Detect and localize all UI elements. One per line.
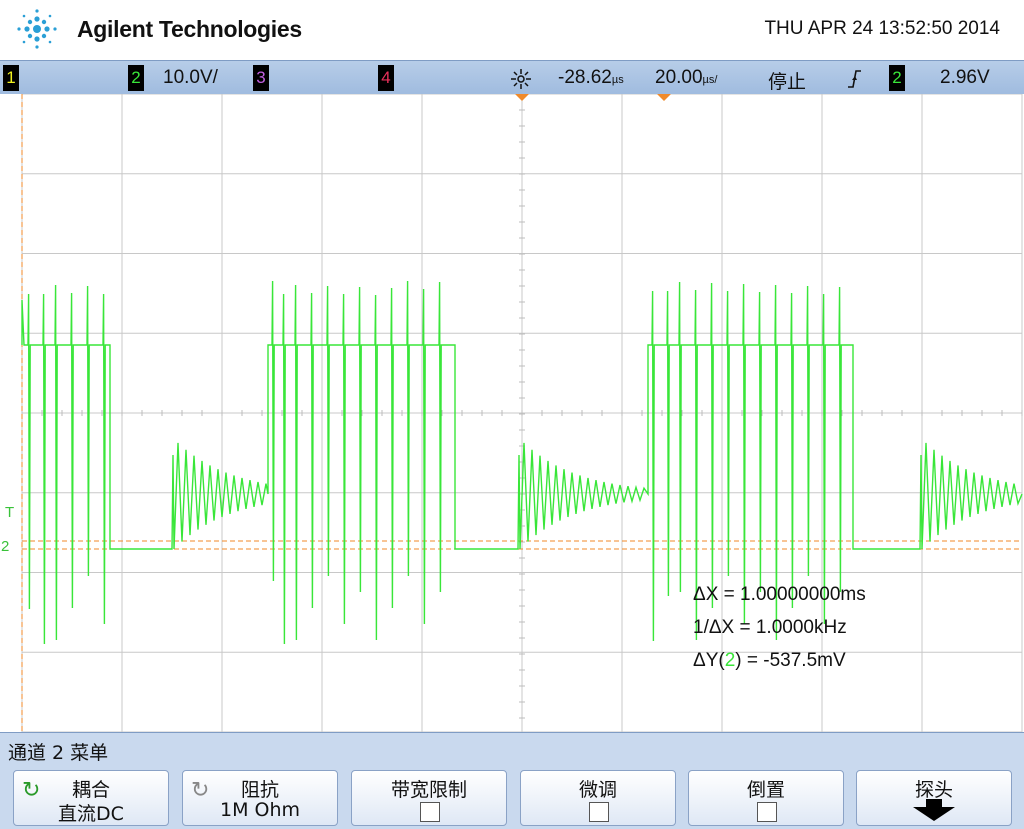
trigger-source-badge[interactable]: 2 <box>889 65 905 91</box>
delta-y-prefix: ΔY( <box>693 650 725 671</box>
probe-label: 探头 <box>914 779 953 801</box>
impedance-softkey[interactable]: ↻ 阻抗 1M Ohm <box>182 770 338 826</box>
run-state[interactable]: 停止 <box>768 67 806 94</box>
trigger-level-marker[interactable]: T <box>5 504 14 521</box>
bandwidth-limit-softkey[interactable]: 带宽限制 <box>351 770 507 826</box>
channel-3-badge[interactable]: 3 <box>253 65 269 91</box>
horizontal-delay-icon <box>511 69 531 89</box>
waveform-canvas: T 2 <box>1 93 1023 733</box>
coupling-value: 直流DC <box>58 803 124 825</box>
graticule-grid <box>21 93 1023 733</box>
channel-2-scale[interactable]: 10.0V/ <box>163 67 218 89</box>
coupling-softkey[interactable]: ↻ 耦合 直流DC <box>13 770 169 826</box>
invert-softkey[interactable]: 倒置 <box>688 770 844 826</box>
impedance-value: 1M Ohm <box>219 799 301 821</box>
trigger-time-marker <box>515 94 529 101</box>
invert-label: 倒置 <box>746 779 785 801</box>
menu-title-bar: 通道 2 菜单 <box>0 732 1024 767</box>
down-arrow-icon <box>913 799 955 821</box>
time-offset[interactable]: -28.62µs <box>558 67 624 89</box>
brand-name: Agilent Technologies <box>77 16 302 42</box>
fine-adjust-softkey[interactable]: 微调 <box>520 770 676 826</box>
channel-4-badge[interactable]: 4 <box>378 65 394 91</box>
channel-2-ground-marker[interactable]: 2 <box>1 538 9 555</box>
agilent-spark-logo-icon <box>17 9 57 49</box>
channel-1-badge[interactable]: 1 <box>3 65 19 91</box>
softkey-bar: ↻ 耦合 直流DC ↻ 阻抗 1M Ohm 带宽限制 微调 倒置 探头 <box>0 766 1024 829</box>
fine-adjust-checkbox[interactable] <box>589 802 609 822</box>
time-reference-marker <box>657 94 671 101</box>
top-markers <box>515 94 671 101</box>
inverse-delta-x-readout: 1/ΔX = 1.0000kHz <box>693 617 847 638</box>
trigger-level[interactable]: 2.96V <box>940 67 990 89</box>
time-offset-value: -28.62 <box>558 67 612 88</box>
status-bar: 1 2 10.0V/ 3 4 -28.62µs 20.00µs/ 停止 2 2.… <box>0 60 1024 96</box>
delta-y-readout: ΔY(2) = -537.5mV <box>693 644 866 677</box>
delta-x-readout: ΔX = 1.00000000ms <box>693 584 866 605</box>
delta-y-channel: 2 <box>724 650 736 671</box>
time-scale-value: 20.00 <box>655 67 703 88</box>
waveform-display[interactable]: T 2 ΔX = 1.00000000ms 1/ΔX = 1.0000kHz Δ… <box>0 93 1024 733</box>
impedance-label: 阻抗 <box>240 779 279 801</box>
coupling-label: 耦合 <box>71 779 110 801</box>
time-scale-unit: µs/ <box>702 74 718 86</box>
bandwidth-limit-label: 带宽限制 <box>390 779 467 801</box>
time-scale[interactable]: 20.00µs/ <box>655 67 717 89</box>
menu-title: 通道 2 菜单 <box>8 742 109 764</box>
date-time: THU APR 24 13:52:50 2014 <box>764 18 1000 39</box>
invert-checkbox[interactable] <box>757 802 777 822</box>
header-bar: Agilent Technologies THU APR 24 13:52:50… <box>0 0 1024 60</box>
delta-y-value: ) = -537.5mV <box>735 650 846 671</box>
bandwidth-limit-checkbox[interactable] <box>420 802 440 822</box>
trigger-edge-icon <box>848 70 861 88</box>
fine-adjust-label: 微调 <box>578 779 617 801</box>
probe-softkey[interactable]: 探头 <box>856 770 1012 826</box>
channel-2-badge[interactable]: 2 <box>128 65 144 91</box>
cursor-measurements: ΔX = 1.00000000ms 1/ΔX = 1.0000kHz ΔY(2)… <box>693 578 866 677</box>
time-offset-unit: µs <box>611 74 624 86</box>
